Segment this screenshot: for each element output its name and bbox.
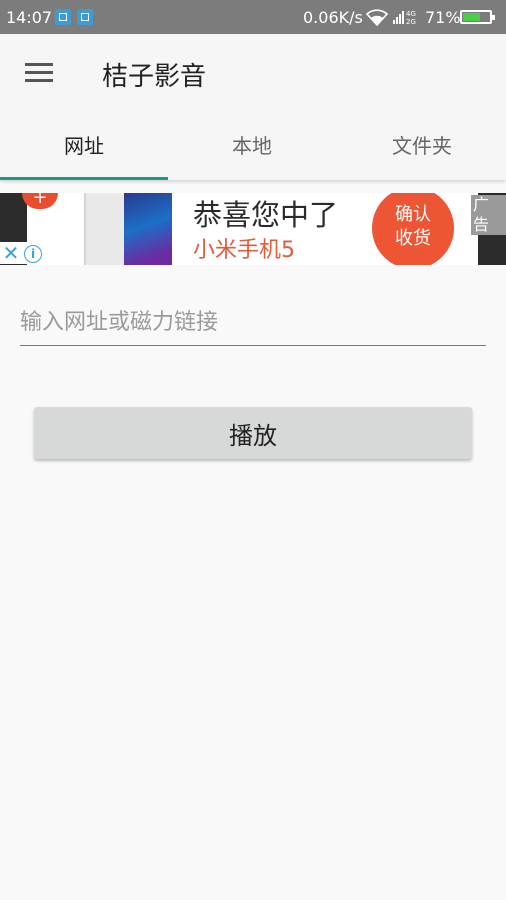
signal-icon: 4G 2G bbox=[393, 8, 419, 28]
svg-text:4G: 4G bbox=[406, 10, 416, 18]
tab-local[interactable]: 本地 bbox=[168, 112, 336, 180]
play-button[interactable]: 播放 bbox=[34, 407, 472, 459]
app-title: 桔子影音 bbox=[102, 62, 207, 92]
clipboard-notification-icon bbox=[77, 9, 93, 25]
ad-banner[interactable]: + 恭喜您中了 小米手机5 确认 收货 广告 ✕ i bbox=[0, 193, 506, 265]
screenshot-notification-icon bbox=[55, 9, 71, 25]
status-time: 14:07 bbox=[6, 8, 53, 27]
ad-cta-label: 确认 收货 bbox=[395, 204, 431, 249]
wifi-icon bbox=[366, 9, 388, 26]
ad-phone-screen-image bbox=[124, 193, 172, 265]
selected-tab-indicator bbox=[0, 177, 168, 180]
network-speed: 0.06K/s bbox=[303, 8, 363, 27]
tab-folder[interactable]: 文件夹 bbox=[338, 112, 506, 180]
battery-percent: 71% bbox=[425, 8, 461, 27]
tab-bar: 网址 本地 文件夹 bbox=[0, 112, 506, 180]
ad-info-icon[interactable]: i bbox=[22, 242, 44, 264]
ad-headline: 恭喜您中了 bbox=[193, 198, 339, 232]
svg-text:2G: 2G bbox=[406, 18, 416, 25]
hamburger-menu-icon[interactable] bbox=[25, 63, 53, 83]
ad-info-glyph: i bbox=[24, 245, 42, 263]
url-input[interactable] bbox=[20, 300, 486, 346]
ad-plus-badge: + bbox=[22, 193, 58, 209]
ad-phone-image bbox=[84, 193, 126, 265]
ad-cta-button[interactable]: 确认 收货 bbox=[372, 193, 454, 265]
ad-close-icon[interactable]: ✕ bbox=[0, 242, 22, 264]
status-bar: 14:07 0.06K/s 4G 2G 71% bbox=[0, 0, 506, 34]
ad-subline: 小米手机5 bbox=[193, 238, 295, 263]
battery-fill bbox=[463, 13, 480, 21]
ad-tag: 广告 bbox=[471, 195, 506, 235]
tab-url[interactable]: 网址 bbox=[0, 112, 168, 180]
app-bar: 桔子影音 bbox=[0, 34, 506, 112]
battery-icon bbox=[460, 10, 495, 24]
